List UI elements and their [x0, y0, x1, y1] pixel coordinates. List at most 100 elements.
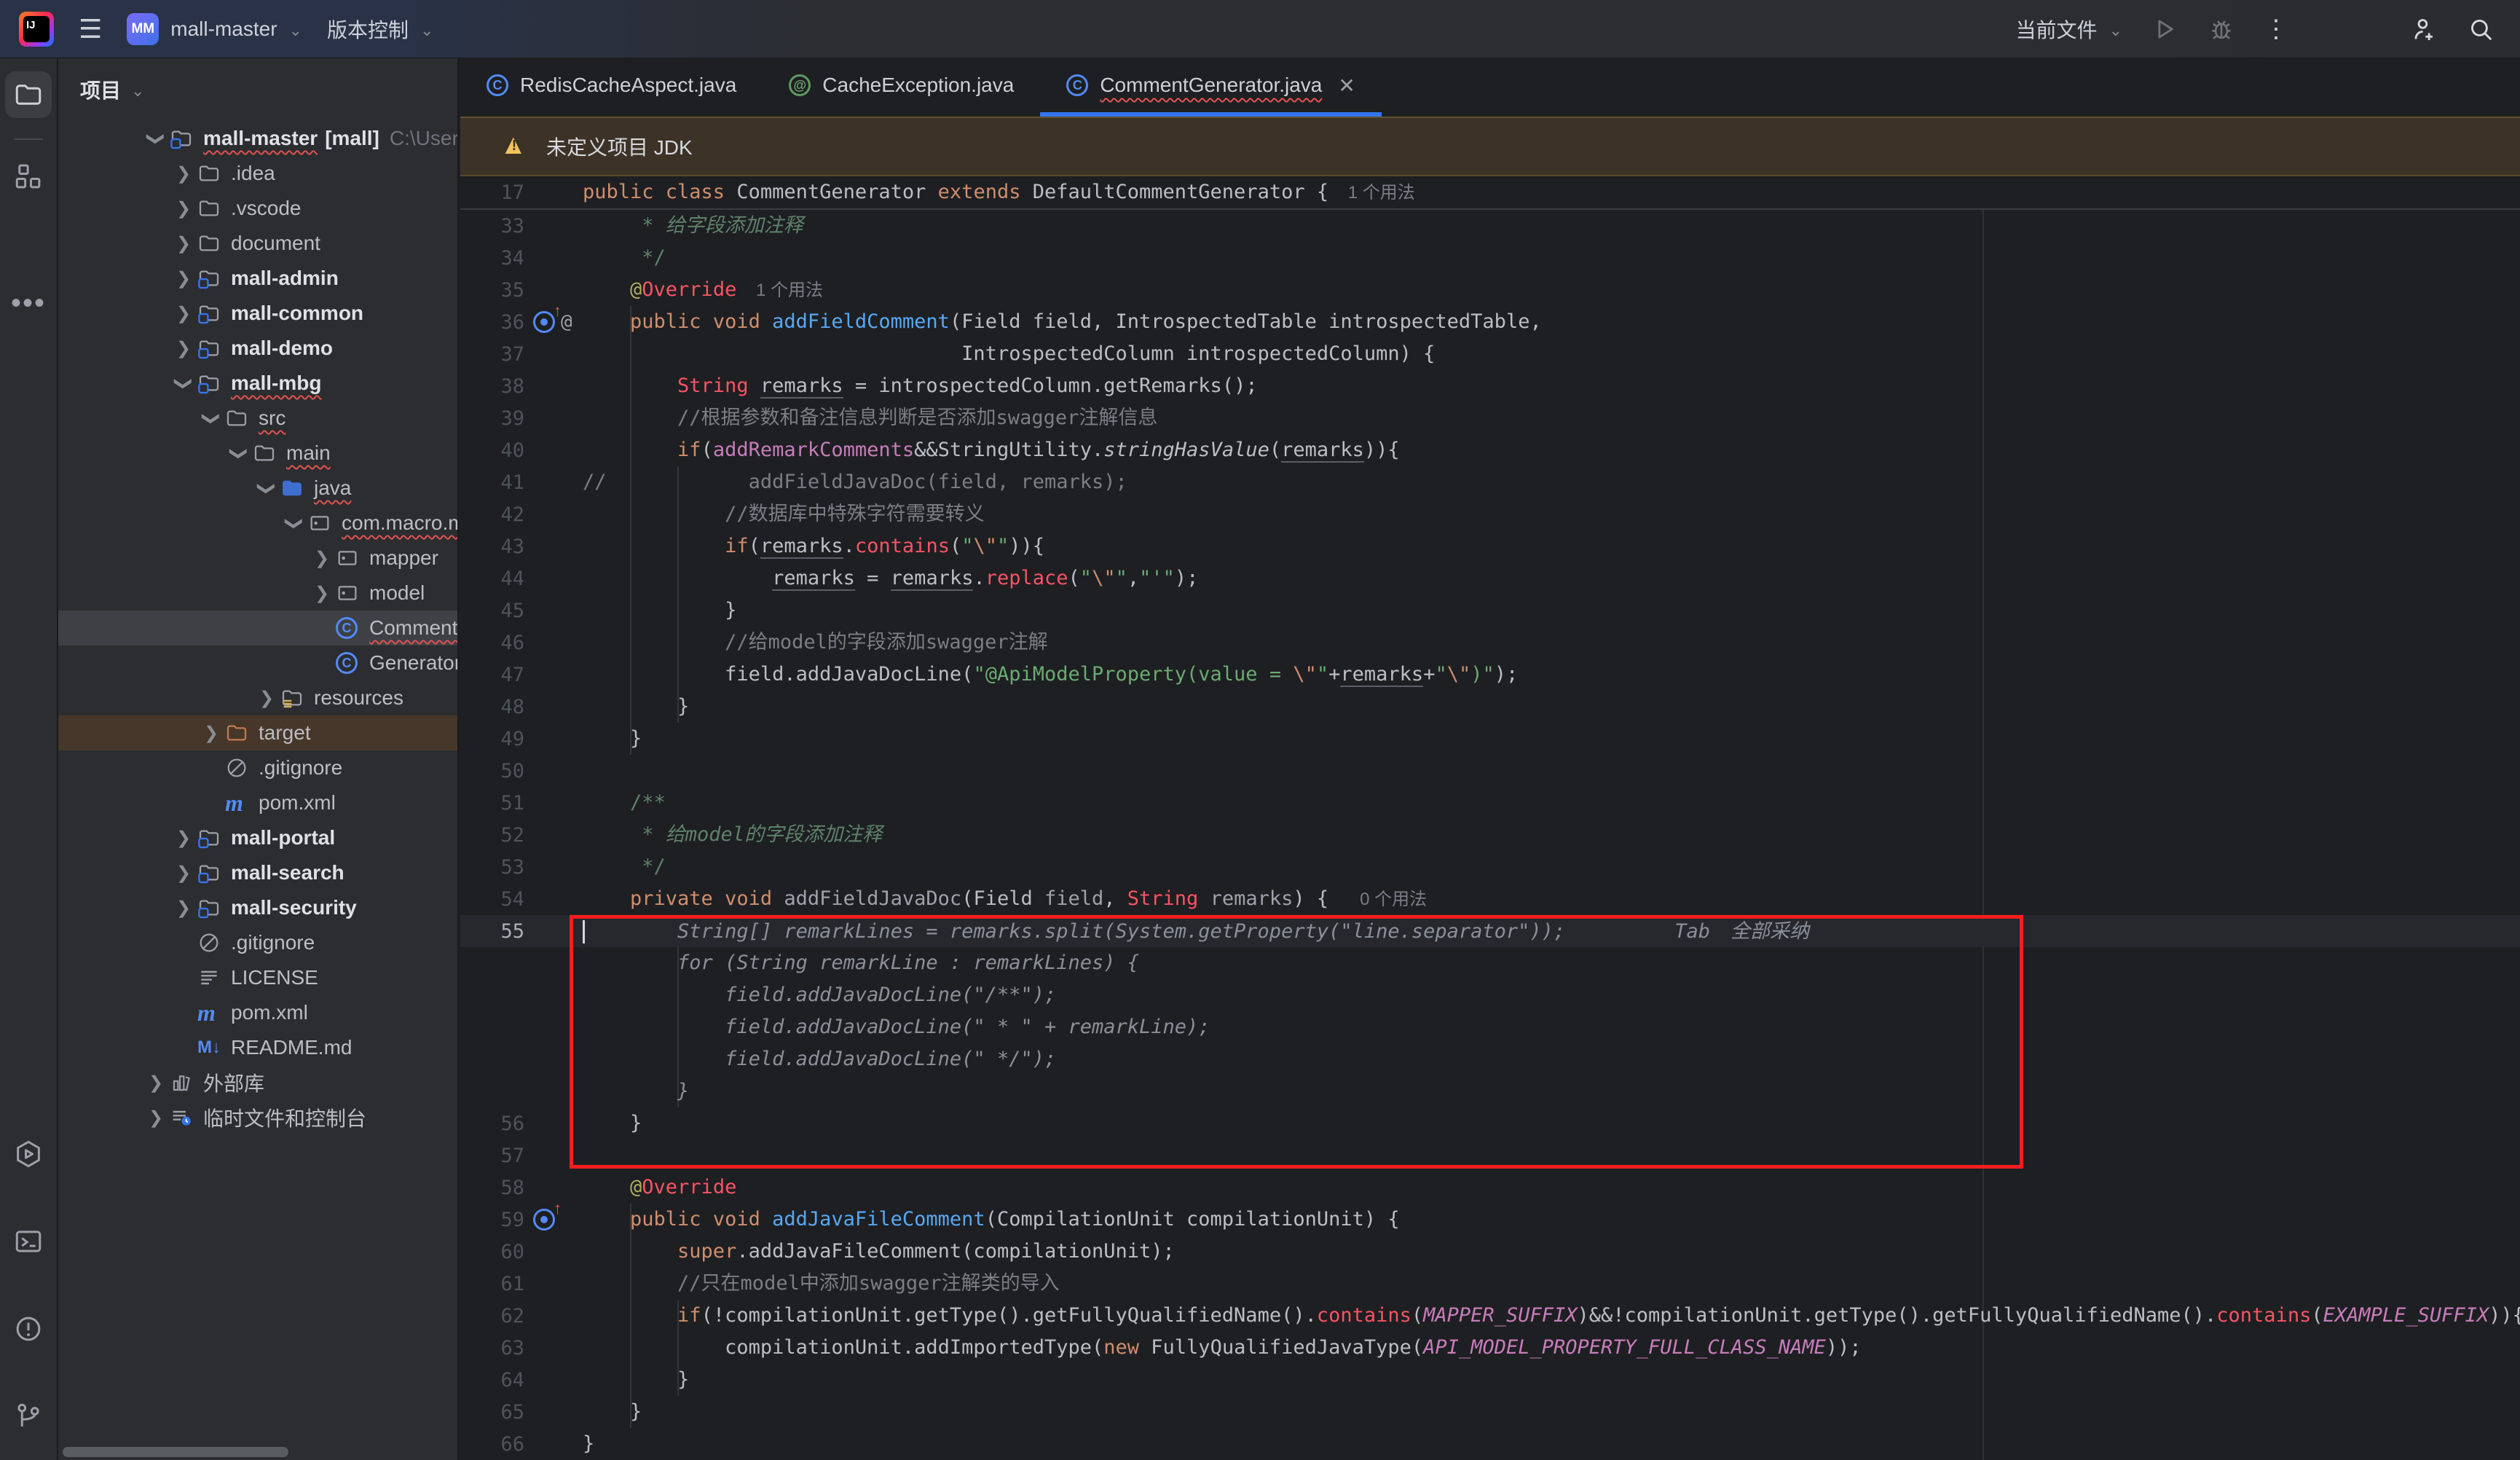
search-icon[interactable] [2466, 15, 2495, 44]
code-line[interactable]: 50 [460, 755, 2520, 787]
chevron-collapsed-icon[interactable]: ❯ [170, 828, 197, 849]
services-tool-button[interactable] [5, 1131, 52, 1177]
code-line[interactable]: 65 } [460, 1396, 2520, 1428]
code-line[interactable]: 43 if(remarks.contains("\"")){ [460, 530, 2520, 562]
tree-item[interactable]: ❯.vscode [58, 191, 457, 226]
more-tool-windows-icon[interactable]: ••• [11, 287, 46, 320]
editor-tab[interactable]: CRedisCacheAspect.java [460, 58, 763, 117]
code-line[interactable]: 60 super.addJavaFileComment(compilationU… [460, 1236, 2520, 1268]
more-actions-icon[interactable]: ⋮ [2264, 17, 2288, 42]
tree-item[interactable]: ❯target [58, 715, 457, 750]
code-line[interactable]: 38 String remarks = introspectedColumn.g… [460, 370, 2520, 402]
chevron-collapsed-icon[interactable]: ❯ [170, 898, 197, 919]
code-line[interactable]: 59↑ public void addJavaFileComment(Compi… [460, 1204, 2520, 1236]
code-line[interactable]: } [460, 1075, 2520, 1107]
tree-item[interactable]: M↓README.md [58, 1030, 457, 1065]
code-line[interactable]: 66} [460, 1428, 2520, 1460]
tree-item[interactable]: ❯java [58, 471, 457, 506]
chevron-expanded-icon[interactable]: ❯ [173, 369, 194, 397]
tree-item[interactable]: ❯resources [58, 680, 457, 715]
code-line[interactable]: 61 //只在model中添加swagger注解类的导入 [460, 1268, 2520, 1300]
code-line[interactable]: 52 * 给model的字段添加注释 [460, 819, 2520, 851]
code-line[interactable]: 48 } [460, 691, 2520, 723]
project-widget[interactable]: MM mall-master ⌄ [127, 13, 302, 45]
horizontal-scrollbar[interactable] [63, 1447, 288, 1457]
tree-item[interactable]: mpom.xml [58, 785, 457, 820]
code-line[interactable]: 34 */ [460, 242, 2520, 274]
tree-item[interactable]: ❯外部库 [58, 1065, 457, 1100]
tree-item[interactable]: ❯com.macro.mall [58, 506, 457, 541]
tree-item[interactable]: ❯临时文件和控制台 [58, 1100, 457, 1135]
usages-inlay-hint[interactable]: 0 个用法 [1340, 890, 1427, 909]
code-line[interactable]: 54 private void addFieldJavaDoc(Field fi… [460, 883, 2520, 915]
tree-item[interactable]: ❯model [58, 576, 457, 611]
code-line[interactable]: 49 } [460, 723, 2520, 755]
code-line[interactable]: 51 /** [460, 787, 2520, 819]
debug-icon[interactable] [2207, 15, 2236, 44]
chevron-collapsed-icon[interactable]: ❯ [308, 548, 336, 569]
code-line[interactable]: 41// addFieldJavaDoc(field, remarks); [460, 466, 2520, 498]
tree-item[interactable]: ❯mapper [58, 541, 457, 576]
code-line[interactable]: 33 * 给字段添加注释 [460, 210, 2520, 242]
tree-item[interactable]: ❯mall-portal [58, 820, 457, 855]
chevron-collapsed-icon[interactable]: ❯ [197, 723, 225, 744]
chevron-collapsed-icon[interactable]: ❯ [308, 583, 336, 604]
code-line[interactable]: 63 compilationUnit.addImportedType(new F… [460, 1332, 2520, 1364]
chevron-expanded-icon[interactable]: ❯ [229, 439, 250, 467]
code-line[interactable]: 39 //根据参数和备注信息判断是否添加swagger注解信息 [460, 402, 2520, 434]
jdk-warning-banner[interactable]: ▲! 未定义项目 JDK [460, 117, 2520, 176]
git-tool-button[interactable] [5, 1393, 52, 1440]
chevron-expanded-icon[interactable]: ❯ [284, 509, 305, 537]
close-icon[interactable]: ✕ [1338, 74, 1355, 98]
code-line[interactable]: 62 if(!compilationUnit.getType().getFull… [460, 1300, 2520, 1332]
chevron-collapsed-icon[interactable]: ❯ [170, 163, 197, 184]
usages-inlay-hint[interactable]: 1 个用法 [736, 280, 823, 300]
chevron-collapsed-icon[interactable]: ❯ [170, 863, 197, 884]
tree-item[interactable]: CCommentGenerator [58, 611, 457, 645]
code-line[interactable]: field.addJavaDocLine("/**"); [460, 979, 2520, 1011]
tree-item[interactable]: ❯mall-security [58, 890, 457, 925]
code-line[interactable]: 64 } [460, 1364, 2520, 1396]
chevron-expanded-icon[interactable]: ❯ [146, 125, 167, 152]
tree-item[interactable]: CGenerator [58, 645, 457, 680]
code-line[interactable]: 46 //给model的字段添加swagger注解 [460, 627, 2520, 659]
tree-item[interactable]: ❯mall-demo [58, 331, 457, 366]
code-line[interactable]: field.addJavaDocLine(" */"); [460, 1043, 2520, 1075]
code-line[interactable]: 42 //数据库中特殊字符需要转义 [460, 498, 2520, 530]
chevron-collapsed-icon[interactable]: ❯ [170, 198, 197, 219]
code-line[interactable]: 44 remarks = remarks.replace("\"","'"); [460, 562, 2520, 594]
tree-item[interactable]: mpom.xml [58, 995, 457, 1030]
code-viewport[interactable]: 33 * 给字段添加注释34 */35 @Override 1 个用法36↑@ … [460, 210, 2520, 1460]
tree-item[interactable]: ❯mall-common [58, 296, 457, 331]
chevron-collapsed-icon[interactable]: ❯ [142, 1072, 170, 1094]
tree-item[interactable]: ❯src [58, 401, 457, 436]
vcs-widget[interactable]: 版本控制 ⌄ [327, 15, 433, 44]
code-line[interactable]: 56 } [460, 1107, 2520, 1139]
code-line[interactable]: 45 } [460, 594, 2520, 627]
chevron-collapsed-icon[interactable]: ❯ [142, 1107, 170, 1129]
editor-tab[interactable]: @CacheException.java [763, 58, 1040, 117]
main-menu-icon[interactable]: ☰ [79, 16, 102, 42]
code-line[interactable]: 47 field.addJavaDocLine("@ApiModelProper… [460, 659, 2520, 691]
tree-item[interactable]: .gitignore [58, 750, 457, 785]
run-icon[interactable] [2150, 15, 2179, 44]
chevron-collapsed-icon[interactable]: ❯ [253, 688, 280, 709]
code-line[interactable]: 58 @Override [460, 1171, 2520, 1204]
chevron-collapsed-icon[interactable]: ❯ [170, 303, 197, 324]
code-line[interactable]: for (String remarkLine : remarkLines) { [460, 947, 2520, 979]
tree-item[interactable]: LICENSE [58, 960, 457, 995]
chevron-collapsed-icon[interactable]: ❯ [170, 338, 197, 359]
code-line[interactable]: 37 IntrospectedColumn introspectedColumn… [460, 338, 2520, 370]
tree-item[interactable]: ❯mall-master [mall]C:\Users\v_myye\D [58, 121, 457, 156]
tree-item[interactable]: ❯mall-mbg [58, 366, 457, 401]
code-line[interactable]: 55 String[] remarkLines = remarks.split(… [460, 915, 2520, 947]
structure-tool-button[interactable] [5, 153, 52, 200]
code-line[interactable]: 40 if(addRemarkComments&&StringUtility.s… [460, 434, 2520, 466]
chevron-collapsed-icon[interactable]: ❯ [170, 233, 197, 254]
tree-item[interactable]: ❯document [58, 226, 457, 261]
tool-window-header[interactable]: 项目 ⌄ [58, 58, 457, 121]
chevron-collapsed-icon[interactable]: ❯ [170, 268, 197, 289]
tree-item[interactable]: .gitignore [58, 925, 457, 960]
code-line[interactable]: 36↑@ public void addFieldComment(Field f… [460, 306, 2520, 338]
overriding-method-icon[interactable]: ↑ [533, 311, 555, 333]
